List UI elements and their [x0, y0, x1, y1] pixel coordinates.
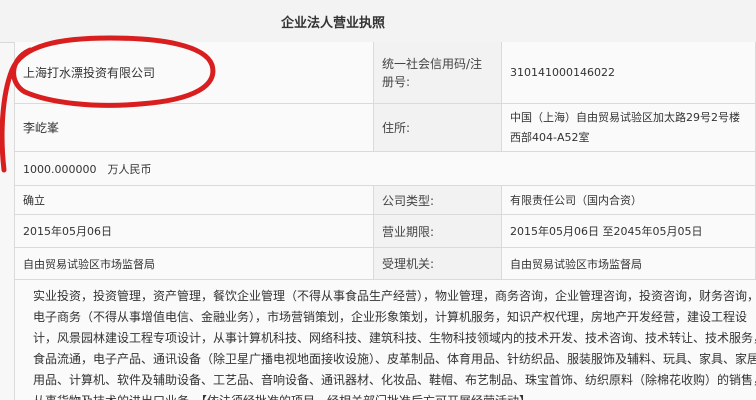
business-term-label-cell: 营业期限: [374, 215, 502, 248]
address-line-2: 西部404-A52室 [510, 131, 590, 144]
business-term-label: 营业期限: [382, 224, 435, 239]
credit-code-cell: 310141000146022 [502, 42, 756, 104]
status-cell: 确立 [14, 186, 374, 215]
company-type-label-cell: 公司类型: [374, 186, 502, 215]
address-label-cell: 住所: [374, 104, 502, 152]
address-cell: 中国（上海）自由贸易试验区加太路29号2号楼 西部404-A52室 [502, 104, 756, 152]
registered-capital: 1000.000000 万人民币 [23, 162, 152, 176]
address-line-1: 中国（上海）自由贸易试验区加太路29号2号楼 [510, 111, 740, 124]
company-type-cell: 有限责任公司（国内合资） [502, 186, 756, 215]
accepting-authority-label: 受理机关: [382, 257, 435, 271]
accepting-authority-label-cell: 受理机关: [374, 248, 502, 280]
credit-code-label: 统一社会信用码/注册号: [382, 56, 483, 89]
business-scope-line: 从事货物及技术的进出口业务。【依法须经批准的项目，经相关部门批准后方可开展经营活… [33, 391, 746, 400]
company-type-label: 公司类型: [382, 193, 435, 208]
panel-header: 企业法人营业执照 [0, 0, 756, 43]
business-term-value: 2015年05月06日 至2045年05月05日 [510, 225, 703, 238]
business-scope: 实业投资，投资管理，资产管理，餐饮企业管理（不得从事食品生产经营），物业管理，商… [14, 280, 756, 400]
business-scope-line: 食品流通，电子产品、通讯设备（除卫星广播电视地面接收设施）、皮革制品、体育用品、… [33, 352, 756, 366]
registration-authority-cell: 自由贸易试验区市场监督局 [14, 248, 374, 280]
registered-capital-cell: 1000.000000 万人民币 [14, 152, 756, 186]
established-date-cell: 2015年05月06日 [14, 215, 374, 248]
company-name-cell: 上海打水漂投资有限公司 [14, 42, 374, 104]
accepting-authority-cell: 自由贸易试验区市场监督局 [502, 248, 756, 280]
address-label: 住所: [382, 121, 411, 135]
credit-code-value: 310141000146022 [510, 66, 615, 79]
business-scope-line: 实业投资，投资管理，资产管理，餐饮企业管理（不得从事食品生产经营），物业管理，商… [33, 289, 756, 303]
company-type-value: 有限责任公司（国内合资） [510, 194, 642, 207]
business-scope-line: 计，风景园林建设工程专项设计，从事计算机科技、网络科技、建筑科技、生物科技领域内… [33, 331, 756, 345]
business-term-cell: 2015年05月06日 至2045年05月05日 [502, 215, 756, 248]
business-license-panel: 企业法人营业执照 上海打水漂投资有限公司 统一社会信用码/注册号: 310141… [0, 0, 756, 400]
business-scope-line: 电子商务（不得从事增值电信、金融业务），市场营销策划，企业形象策划，计算机服务，… [33, 310, 748, 324]
credit-code-label-cell: 统一社会信用码/注册号: [374, 42, 502, 104]
legal-representative: 李屹峯 [23, 121, 60, 135]
legal-rep-cell: 李屹峯 [14, 104, 374, 152]
business-scope-line: 用品、计算机、软件及辅助设备、工艺品、音响设备、通讯器材、化妆品、鞋帽、布艺制品… [33, 373, 756, 387]
panel-title: 企业法人营业执照 [280, 15, 385, 31]
accepting-authority-value: 自由贸易试验区市场监督局 [510, 257, 642, 271]
company-name: 上海打水漂投资有限公司 [23, 66, 156, 80]
registration-status: 确立 [23, 194, 45, 207]
registration-authority: 自由贸易试验区市场监督局 [23, 257, 155, 271]
established-date: 2015年05月06日 [23, 225, 112, 238]
